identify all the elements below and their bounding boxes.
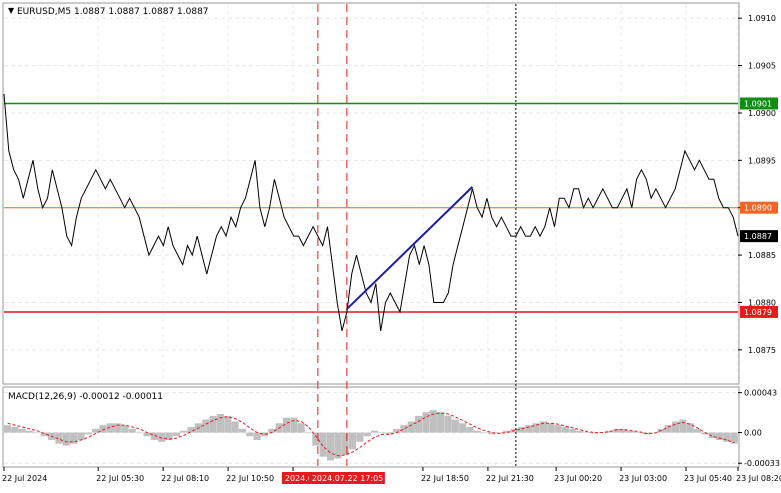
macd-bar [18, 428, 26, 433]
price-tick-label: 1.0910 [748, 14, 776, 23]
macd-bar [444, 415, 452, 433]
level-tag-label: 1.0890 [744, 204, 772, 213]
price-tick-label: 1.0895 [748, 156, 776, 165]
macd-bar [459, 423, 467, 433]
macd-bar [326, 432, 335, 461]
price-tick-label: 1.0905 [748, 62, 776, 71]
macd-bar [422, 412, 430, 433]
macd-bar [341, 432, 349, 455]
macd-tick-label: 0.00043 [744, 389, 777, 398]
level-tag-label: 1.0887 [744, 232, 772, 241]
macd-bar [473, 430, 481, 433]
macd-bar [554, 425, 562, 433]
time-tick-label: 22 Jul 18:50 [421, 474, 469, 483]
level-tag-label: 1.0879 [744, 308, 772, 317]
macd-bar [290, 417, 298, 433]
time-tick-label: 23 Jul 03:00 [619, 474, 667, 483]
macd-bar [561, 427, 569, 433]
macd-bar [525, 425, 533, 433]
macd-tick-label: -0.00033 [744, 459, 780, 468]
macd-bar [84, 432, 92, 435]
macd-tick-label: 0.00 [744, 429, 762, 438]
macd-bar [224, 415, 232, 433]
time-tick-label: 22 Jul 21:30 [486, 474, 534, 483]
macd-bar [407, 421, 415, 433]
macd-bar [304, 432, 313, 434]
macd-bar [136, 432, 144, 434]
macd-bar [297, 423, 305, 433]
macd-bar [378, 432, 386, 434]
macd-bar [686, 423, 694, 433]
macd-bar [547, 423, 555, 433]
time-tick-label: 23 Jul 05:40 [684, 474, 732, 483]
macd-bar [216, 414, 224, 433]
macd-bar [172, 432, 180, 437]
chart-canvas[interactable]: ▼ EURUSD,M5 1.0887 1.0887 1.0887 1.0887 … [0, 0, 781, 489]
macd-bar [33, 432, 41, 434]
time-tick-label: 22 Jul 05:30 [96, 474, 144, 483]
macd-bar [187, 427, 195, 433]
macd-bar [334, 432, 342, 459]
macd-bar [158, 432, 166, 442]
macd-bar [415, 415, 423, 433]
macd-bar [451, 419, 459, 433]
macd-bar [209, 415, 217, 433]
macd-bar [356, 432, 364, 442]
macd-bar [128, 428, 136, 433]
triangle-down-icon[interactable]: ▼ [8, 6, 15, 15]
price-axis: 1.0910 1.0905 1.0900 1.0895 1.0890 1.0885 1.08… [738, 14, 776, 355]
macd-bar [62, 432, 70, 446]
macd-bar [393, 428, 401, 433]
price-tick-label: 1.0885 [748, 251, 776, 260]
macd-bar [253, 432, 261, 440]
macd-bar [576, 430, 584, 433]
macd-bar [26, 430, 34, 433]
time-tick-label: 23 Jul 00:20 [554, 474, 602, 483]
macd-bar [679, 419, 687, 433]
macd-bar [77, 432, 85, 440]
macd-bar [180, 430, 188, 433]
time-highlight-label: 2024.07.22 17:05 [312, 474, 383, 483]
price-tick-label: 1.0900 [748, 109, 776, 118]
macd-bar [481, 432, 489, 434]
macd-bar [231, 421, 239, 433]
macd-bar [260, 432, 269, 437]
time-highlight-label: 2024.0 [285, 474, 313, 483]
macd-bar [363, 432, 371, 437]
macd-bar [348, 432, 357, 450]
macd-bar [583, 432, 591, 434]
macd-bar [466, 427, 474, 433]
macd-bar [693, 428, 702, 433]
macd-bar [715, 432, 724, 440]
macd-bar [238, 428, 247, 433]
time-tick-label: 22 Jul 2024 [2, 474, 47, 483]
macd-bar [246, 432, 254, 437]
macd-axis: 0.00043 0.00 -0.00033 [738, 389, 780, 468]
time-tick-label: 23 Jul 08:20 [736, 474, 781, 483]
symbol-header: EURUSD,M5 1.0887 1.0887 1.0887 1.0887 [17, 7, 209, 17]
macd-header: MACD(12,26,9) -0.00012 -0.00011 [8, 392, 163, 402]
macd-bar [400, 425, 408, 433]
price-tick-label: 1.0875 [748, 346, 776, 355]
macd-bar [121, 425, 129, 433]
macd-bar [730, 432, 738, 444]
macd-bar [202, 419, 210, 433]
time-axis: 22 Jul 2024 22 Jul 05:30 22 Jul 08:10 22 Ju… [2, 467, 781, 483]
time-highlight-labels: 2024.02024.07.22 17:05 [281, 472, 385, 484]
level-tag-label: 1.0901 [744, 99, 772, 108]
macd-bar [319, 432, 327, 457]
macd-bar [569, 428, 577, 433]
time-tick-label: 22 Jul 10:50 [226, 474, 274, 483]
chart-window[interactable]: ▼ EURUSD,M5 1.0887 1.0887 1.0887 1.0887 … [0, 0, 781, 489]
macd-bar [371, 430, 379, 433]
macd-bar [11, 427, 19, 433]
macd-bar [437, 412, 445, 433]
time-tick-label: 22 Jul 08:10 [161, 474, 209, 483]
macd-bar [4, 425, 12, 433]
macd-bar [143, 432, 151, 437]
level-price-tags: 1.0901 1.0890 1.0887 1.0879 [740, 97, 778, 318]
